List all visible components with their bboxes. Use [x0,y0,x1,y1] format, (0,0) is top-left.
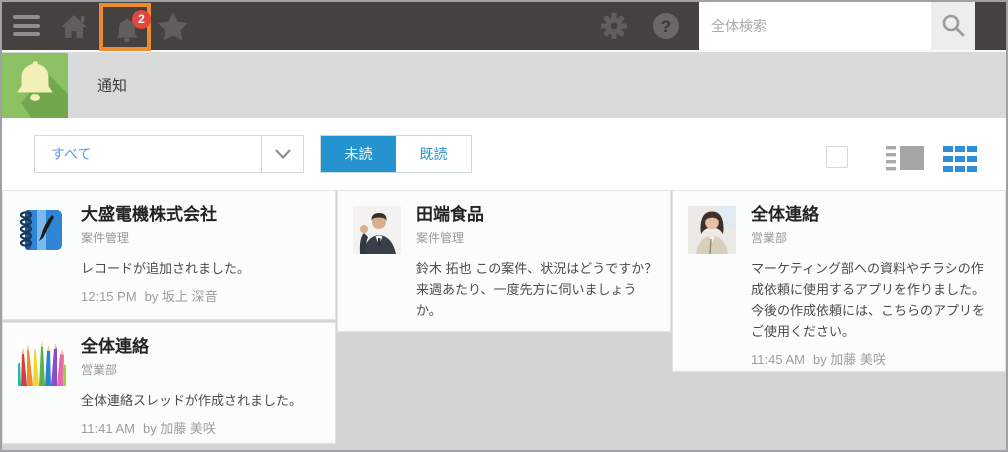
search-icon [940,12,966,41]
help-button[interactable]: ? [652,12,680,40]
man-avatar-photo [353,206,401,254]
list-preview-icon [886,146,924,175]
card-body: 鈴木 拓也 この案件、状況はどうですか？来週あたり、一度先方に伺いましょうか。 [416,261,658,319]
tab-unread[interactable]: 未読 [321,136,396,172]
card-author: by 佐藤 昇 [478,331,538,332]
card-column: 全体連絡 営業部 マーケティング部への資料やチラシの作成依頼に使用するアプリを作… [672,190,1006,372]
page-title: 通知 [97,77,128,95]
card-time: 11:45 AM [751,352,805,368]
grid-icon [943,146,977,175]
list-view-toggle[interactable] [886,144,924,175]
notification-card[interactable]: 全体連絡 営業部 全体連絡スレッドが作成されました。 11:41 AM by 加藤… [2,322,336,444]
dropdown-selected-value: すべて [51,146,92,162]
card-title: 田端食品 [416,205,484,224]
filter-bar: すべて 未読 既読 [2,118,1006,190]
card-footer: 11:45 AM by 加藤 美咲 [751,349,993,368]
read-state-tabs: 未読 既読 [320,135,472,173]
notebook-app-icon [18,206,66,254]
notification-list: 大盛電機株式会社 案件管理 レコードが追加されました。 12:15 PM by 坂… [2,190,1006,444]
notification-app-icon [2,53,68,119]
card-body: マーケティング部への資料やチラシの作成依頼に使用するアプリを作りました。 今後の… [751,261,986,340]
card-footer: 11:52 AM by 佐藤 昇 [416,328,658,332]
favorites-button[interactable] [157,11,189,41]
card-author: by 加藤 美咲 [142,421,216,437]
tab-read[interactable]: 既読 [396,136,471,172]
global-search-input[interactable] [699,2,931,50]
home-button[interactable] [59,11,89,41]
gear-icon [600,13,628,43]
notification-page: 2 ? 全体検索 通知 すべて 未読 既読 大盛電機株式会社 案件管理 レコード… [0,0,1008,452]
card-time: 11:41 AM [81,421,135,437]
home-icon [59,15,89,44]
colored-pencils-icon [18,338,66,386]
card-time: 11:52 AM [416,331,470,332]
question-mark-icon: ? [652,13,680,43]
card-author: by 加藤 美咲 [812,352,886,368]
card-title: 全体連絡 [81,337,149,356]
card-app-name: 営業部 [81,363,118,378]
card-time: 12:15 PM [81,289,137,305]
page-header: 通知 [2,52,1006,119]
card-body: レコードが追加されました。 [81,261,251,277]
topbar: 2 ? 全体検索 [2,2,1006,51]
card-app-name: 営業部 [751,231,788,246]
card-footer: 12:15 PM by 坂上 深音 [81,286,323,305]
card-app-name: 案件管理 [416,231,465,246]
search-submit-button[interactable] [931,2,975,50]
hamburger-menu-button[interactable] [13,15,40,36]
star-icon [157,12,189,44]
select-all-checkbox[interactable] [826,146,848,168]
notification-count-badge: 2 [132,10,151,29]
card-column: 大盛電機株式会社 案件管理 レコードが追加されました。 12:15 PM by 坂… [2,190,336,444]
notification-filter-dropdown[interactable]: すべて [34,135,304,173]
grid-view-toggle[interactable] [943,146,977,175]
bell-icon [113,18,141,48]
card-author: by 坂上 深音 [144,289,218,305]
notifications-button[interactable]: 2 [112,10,151,48]
notification-card[interactable]: 全体連絡 営業部 マーケティング部への資料やチラシの作成依頼に使用するアプリを作… [672,190,1006,372]
notification-card[interactable]: 田端食品 案件管理 鈴木 拓也 この案件、状況はどうですか？来週あたり、一度先方… [337,190,671,332]
card-app-name: 案件管理 [81,231,130,246]
woman-avatar-photo [688,206,736,255]
global-search [699,2,975,50]
chevron-down-icon [261,136,303,172]
card-title: 大盛電機株式会社 [81,205,217,224]
card-body: 全体連絡スレッドが作成されました。 [81,393,303,409]
notification-highlight-box: 2 [99,3,151,51]
notification-card[interactable]: 大盛電機株式会社 案件管理 レコードが追加されました。 12:15 PM by 坂… [2,190,336,320]
card-title: 全体連絡 [751,205,819,224]
card-column: 田端食品 案件管理 鈴木 拓也 この案件、状況はどうですか？来週あたり、一度先方… [337,190,671,332]
card-footer: 11:41 AM by 加藤 美咲 [81,418,323,437]
settings-button[interactable] [600,12,628,40]
svg-text:?: ? [661,17,671,36]
